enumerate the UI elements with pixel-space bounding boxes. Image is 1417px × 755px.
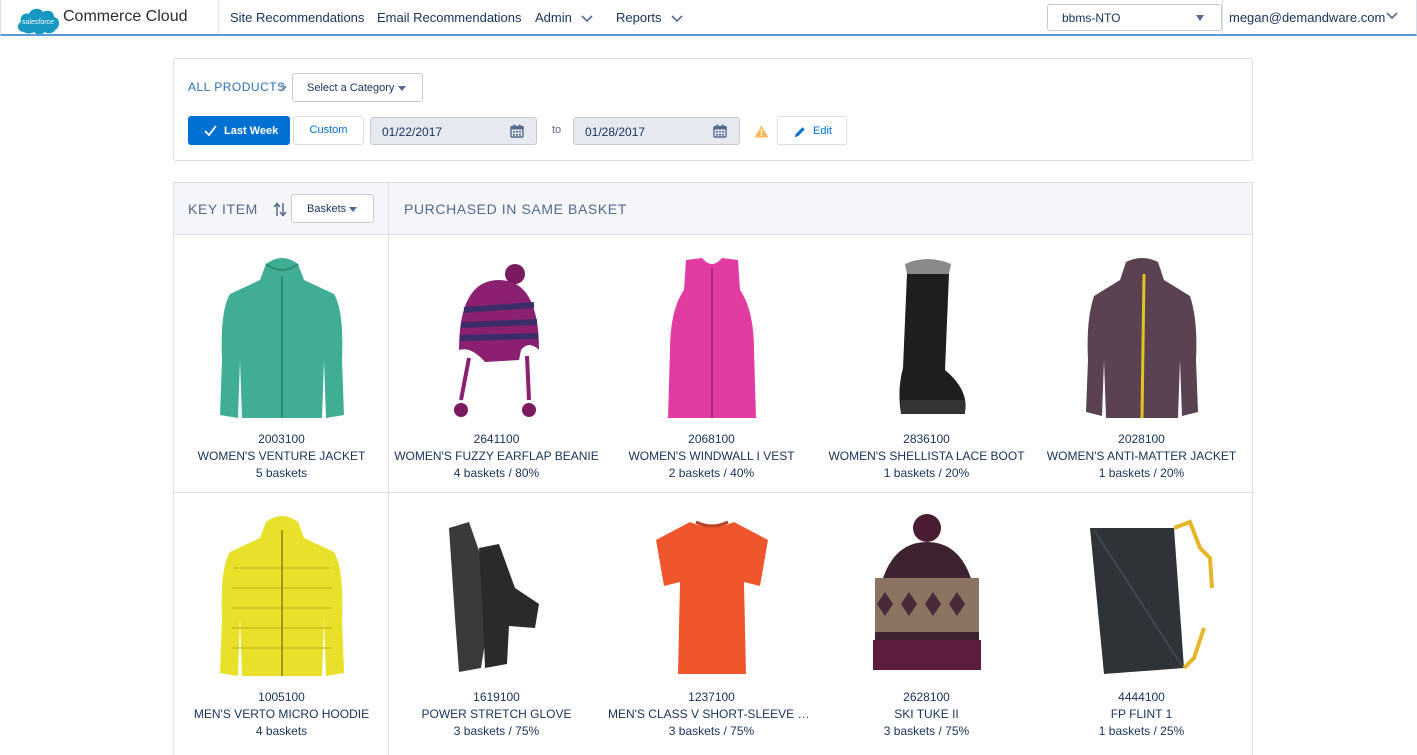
product-basket-stat: 1 baskets / 20% [883, 466, 970, 480]
product-name: SKI TUKE II [894, 707, 959, 721]
nav-email-recommendations[interactable]: Email Recommendations [377, 10, 522, 25]
product-name: MEN'S CLASS V SHORT-SLEEVE W... [608, 707, 819, 721]
black-boot-image [899, 259, 966, 414]
date-from-input[interactable]: 01/22/2017 [370, 117, 537, 145]
product-sku: 2003100 [258, 432, 305, 446]
key-item-header: KEY ITEM [188, 201, 258, 217]
product-name: POWER STRETCH GLOVE [421, 707, 572, 721]
breadcrumb-all-products[interactable]: ALL PRODUCTS [188, 80, 286, 94]
related-product-card[interactable]: 2068100 WOMEN'S WINDWALL I VEST 2 basket… [604, 236, 819, 480]
product-sku: 4444100 [1118, 690, 1165, 704]
related-product-card[interactable]: 2641100 WOMEN'S FUZZY EARFLAP BEANIE 4 b… [389, 236, 604, 480]
calendar-icon[interactable] [713, 124, 727, 138]
date-to-value: 01/28/2017 [585, 125, 646, 139]
product-basket-count: 4 baskets [255, 724, 308, 738]
related-product-card[interactable]: 1237100 MEN'S CLASS V SHORT-SLEEVE W... … [604, 494, 819, 738]
nav-reports-label: Reports [616, 10, 662, 25]
product-sku: 2836100 [903, 432, 950, 446]
product-sku: 2028100 [1118, 432, 1165, 446]
knit-tuke-image [873, 514, 981, 670]
product-name: WOMEN'S WINDWALL I VEST [628, 449, 795, 463]
key-item-card[interactable]: 2003100 WOMEN'S VENTURE JACKET 5 baskets [174, 236, 389, 480]
date-from-value: 01/22/2017 [382, 125, 443, 139]
table-header: KEY ITEM Baskets PURCHASED IN SAME BASKE… [174, 183, 1252, 235]
footprint-tarp-image [1090, 519, 1214, 674]
brand-title: Commerce Cloud [63, 8, 188, 25]
product-sku: 2628100 [903, 690, 950, 704]
product-basket-stat: 2 baskets / 40% [668, 466, 755, 480]
salesforce-logo[interactable]: salesforce [15, 5, 61, 36]
product-sku: 1237100 [688, 690, 735, 704]
last-week-label: Last Week [224, 125, 279, 137]
user-menu[interactable]: megan@demandware.com [1229, 10, 1385, 25]
recommendations-table: KEY ITEM Baskets PURCHASED IN SAME BASKE… [173, 182, 1253, 755]
category-select[interactable]: Select a Category [292, 73, 423, 102]
related-product-card[interactable]: 1619100 POWER STRETCH GLOVE 3 baskets / … [389, 494, 604, 738]
key-item-card[interactable]: 1005100 MEN'S VERTO MICRO HOODIE 4 baske… [174, 494, 389, 738]
product-basket-stat: 1 baskets / 20% [1098, 466, 1185, 480]
caret-down-icon [1196, 15, 1204, 21]
top-nav: salesforce Commerce Cloud Site Recommend… [0, 0, 1417, 36]
caret-down-icon [349, 207, 357, 212]
sort-by-select[interactable]: Baskets [291, 194, 374, 223]
product-basket-stat: 4 baskets / 80% [453, 466, 540, 480]
nav-divider [218, 0, 219, 34]
checkmark-icon [204, 125, 217, 136]
related-product-card[interactable]: 2628100 SKI TUKE II 3 baskets / 75% [819, 494, 1034, 738]
edit-label: Edit [813, 125, 832, 137]
product-basket-stat: 3 baskets / 75% [453, 724, 540, 738]
nav-divider [1222, 0, 1223, 34]
purchased-same-basket-header: PURCHASED IN SAME BASKET [404, 201, 627, 217]
last-week-button[interactable]: Last Week [188, 116, 290, 145]
product-name: WOMEN'S VENTURE JACKET [197, 449, 366, 463]
product-basket-stat: 3 baskets / 75% [668, 724, 755, 738]
chevron-down-icon [671, 14, 683, 22]
teal-jacket-image [220, 258, 344, 418]
date-to-label: to [552, 124, 562, 136]
product-sku: 1619100 [473, 690, 520, 704]
sort-by-value: Baskets [307, 203, 347, 215]
calendar-icon[interactable] [510, 124, 524, 138]
breadcrumb-separator: > [280, 80, 288, 94]
related-product-card[interactable]: 2836100 WOMEN'S SHELLISTA LACE BOOT 1 ba… [819, 236, 1034, 480]
purple-jacket-image [1086, 258, 1198, 419]
product-sku: 2641100 [473, 432, 520, 446]
product-name: WOMEN'S SHELLISTA LACE BOOT [828, 449, 1025, 463]
product-basket-stat: 1 baskets / 25% [1098, 724, 1185, 738]
custom-button[interactable]: Custom [293, 116, 364, 145]
product-basket-stat: 3 baskets / 75% [883, 724, 970, 738]
site-select-value: bbms-NTO [1062, 11, 1121, 25]
nav-admin[interactable]: Admin [535, 10, 594, 25]
related-product-card[interactable]: 4444100 FP FLINT 1 1 baskets / 25% [1034, 494, 1249, 738]
product-sku: 1005100 [258, 690, 305, 704]
nav-site-recommendations[interactable]: Site Recommendations [230, 10, 364, 25]
site-select[interactable]: bbms-NTO [1047, 4, 1222, 31]
product-basket-count: 5 baskets [255, 466, 308, 480]
filter-panel: ALL PRODUCTS > Select a Category Last We… [173, 58, 1253, 161]
product-name: MEN'S VERTO MICRO HOODIE [193, 707, 370, 721]
caret-down-icon [398, 86, 406, 91]
date-to-input[interactable]: 01/28/2017 [573, 117, 740, 145]
nav-reports[interactable]: Reports [616, 10, 683, 25]
edit-button[interactable]: Edit [777, 116, 847, 145]
related-product-card[interactable]: 2028100 WOMEN'S ANTI-MATTER JACKET 1 bas… [1034, 236, 1249, 480]
pink-vest-image [668, 258, 756, 418]
product-name: WOMEN'S FUZZY EARFLAP BEANIE [394, 449, 599, 463]
logo-text: salesforce [22, 19, 54, 26]
row-divider [174, 492, 1252, 493]
striped-beanie-image [454, 264, 539, 417]
chevron-down-icon [581, 14, 594, 22]
product-name: FP FLINT 1 [1110, 707, 1173, 721]
pencil-icon [795, 127, 805, 137]
chevron-down-icon[interactable] [1386, 12, 1398, 20]
category-select-value: Select a Category [307, 82, 395, 94]
product-sku: 2068100 [688, 432, 735, 446]
warning-icon [754, 125, 769, 138]
orange-tshirt-image [656, 520, 768, 674]
nav-admin-label: Admin [535, 10, 572, 25]
yellow-hoodie-image [220, 516, 344, 676]
sort-icon[interactable] [273, 202, 287, 217]
product-name: WOMEN'S ANTI-MATTER JACKET [1046, 449, 1237, 463]
black-gloves-image [449, 522, 539, 672]
